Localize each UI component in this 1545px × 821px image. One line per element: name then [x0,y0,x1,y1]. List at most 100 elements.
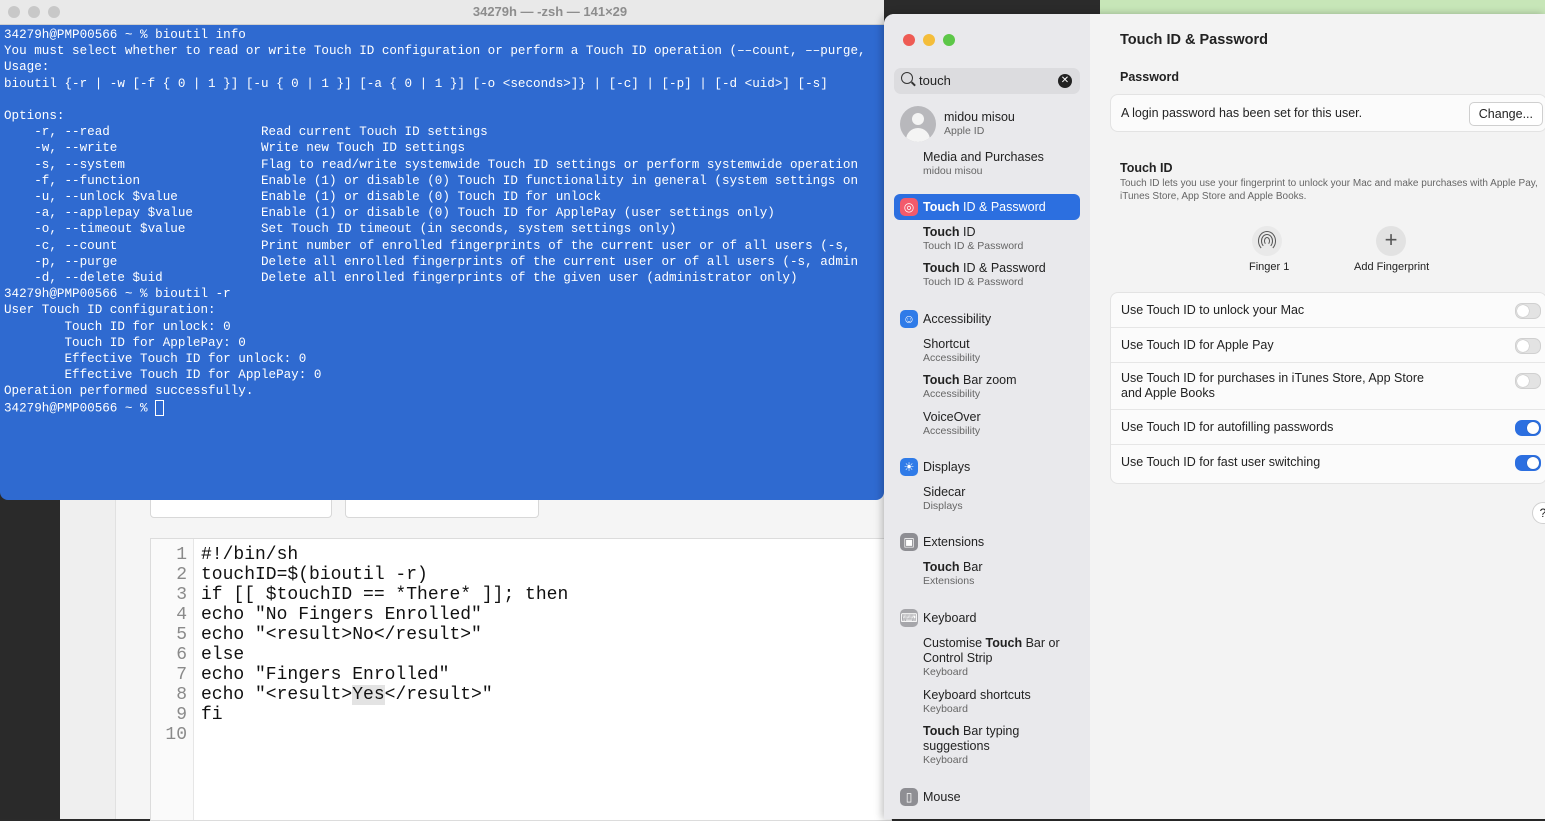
close-icon[interactable] [903,34,915,46]
terminal-line: Effective Touch ID for unlock: 0 [4,352,307,367]
zoom-icon[interactable] [943,34,955,46]
category-extensions[interactable]: Extensions [923,535,984,549]
minimize-icon[interactable] [923,34,935,46]
search-result-touch-bar-zoom[interactable]: Touch Bar zoom [923,373,1017,387]
search-result-sub: Displays [923,500,963,512]
terminal-line: -u, --unlock $value Enable (1) or disabl… [4,190,602,205]
terminal-line: -f, --function Enable (1) or disable (0)… [4,173,858,188]
terminal-line: Touch ID for ApplePay: 0 [4,335,246,350]
toggle-row: Use Touch ID to unlock your Mac [1111,293,1545,328]
settings-sidebar: touch ✕ midou misou Apple ID Media and P… [884,14,1091,819]
fingerprint-icon[interactable] [1252,226,1282,256]
search-result-sub: Keyboard [923,703,968,715]
toggle-label: Use Touch ID for purchases in iTunes Sto… [1121,371,1424,385]
terminal-line: You must select whether to read or write… [4,44,866,59]
terminal-line: Options: [4,109,65,124]
finger-1-label: Finger 1 [1249,261,1290,273]
toggle-label: Use Touch ID for Apple Pay [1121,338,1274,352]
terminal-titlebar[interactable]: 34279h — -zsh — 141×29 [0,0,884,25]
sidebar-item-media[interactable]: Media and Purchases [923,150,1044,164]
search-result-voiceover[interactable]: VoiceOver [923,410,981,424]
account-name[interactable]: midou misou [944,110,1015,124]
purchases-toggle[interactable] [1515,373,1541,389]
terminal-line: User Touch ID configuration: [4,303,216,318]
toggle-label: and Apple Books [1121,386,1215,400]
script-code-editor[interactable]: 1 #!/bin/sh 2 touchID=$(bioutil -r) 3 if [[… [150,538,892,821]
toggle-row: Use Touch ID for purchases in iTunes Sto… [1111,363,1545,410]
fast-user-switching-toggle[interactable] [1515,455,1541,471]
system-settings-window[interactable]: touch ✕ midou misou Apple ID Media and P… [884,14,1545,819]
search-result-touch-id[interactable]: Touch ID [923,225,976,239]
apple-pay-toggle[interactable] [1515,338,1541,354]
search-result-sub: Accessibility [923,425,981,437]
search-result-touch-bar-typing[interactable]: Touch Bar typing [923,724,1019,738]
background-window-strip [1100,0,1545,14]
terminal-line: -o, --timeout $value Set Touch ID timeou… [4,222,677,237]
toggle-row: Use Touch ID for Apple Pay [1111,328,1545,363]
password-card: A login password has been set for this u… [1110,94,1545,132]
help-button[interactable]: ? [1532,502,1545,524]
category-keyboard[interactable]: Keyboard [923,611,977,625]
change-password-button[interactable]: Change... [1468,102,1543,126]
search-result-sidecar[interactable]: Sidecar [923,485,965,499]
touch-id-options-card: Use Touch ID to unlock your Mac Use Touc… [1110,292,1545,484]
editor-side-pad [60,480,116,819]
search-result-sub: Accessibility [923,352,981,364]
accessibility-icon: ☺ [900,310,918,328]
terminal-window[interactable]: 34279h — -zsh — 141×29 34279h@PMP00566 ~… [0,0,884,500]
extensions-icon: ▣ [900,533,918,551]
search-result-touch-id-password[interactable]: Touch ID & Password [923,261,1046,275]
search-field[interactable]: touch ✕ [894,68,1080,94]
search-result-line2[interactable]: suggestions [923,739,990,753]
search-result-keyboard-shortcuts[interactable]: Keyboard shortcuts [923,688,1031,702]
terminal-line: 34279h@PMP00566 ~ % [4,399,866,417]
settings-content: Touch ID & Password Password A login pas… [1090,14,1545,819]
clear-search-icon[interactable]: ✕ [1058,74,1072,88]
sidebar-item-sub: midou misou [923,165,983,177]
toggle-label: Use Touch ID for autofilling passwords [1121,420,1334,434]
search-result-sub: Keyboard [923,666,968,678]
search-result-touch-bar[interactable]: Touch Bar [923,560,983,574]
unlock-mac-toggle[interactable] [1515,303,1541,319]
search-result-sub: Keyboard [923,754,968,766]
search-result-shortcut[interactable]: Shortcut [923,337,970,351]
toggle-label: Use Touch ID to unlock your Mac [1121,303,1305,317]
add-fingerprint-icon[interactable]: + [1376,226,1406,256]
terminal-line: Touch ID for unlock: 0 [4,319,231,334]
autofill-passwords-toggle[interactable] [1515,420,1541,436]
terminal-line: 34279h@PMP00566 ~ % bioutil info [4,28,246,42]
terminal-line: -p, --purge Delete all enrolled fingerpr… [4,254,858,269]
selected-word: Yes [352,685,385,705]
toggle-label: Use Touch ID for fast user switching [1121,455,1321,469]
mouse-icon: ▯ [900,788,918,806]
sidebar-item-label: Touch ID & Password [923,200,1046,214]
page-title: Touch ID & Password [1120,32,1268,48]
fingerprint-icon: ◎ [900,198,918,216]
terminal-title: 34279h — -zsh — 141×29 [472,4,628,19]
touch-id-description: Touch ID lets you use your fingerprint t… [1120,178,1538,202]
touch-id-heading: Touch ID [1120,161,1173,175]
terminal-line: -a, --applepay $value Enable (1) or disa… [4,206,775,221]
search-input[interactable]: touch [919,73,951,88]
category-displays[interactable]: Displays [923,460,970,474]
search-result-sub: Touch ID & Password [923,240,1024,252]
category-mouse[interactable]: Mouse [923,790,961,804]
category-accessibility[interactable]: Accessibility [923,312,991,326]
terminal-output[interactable]: 34279h@PMP00566 ~ % bioutil info You must… [4,27,866,416]
search-result-sub: Extensions [923,575,975,587]
terminal-line: Operation performed successfully. [4,384,254,399]
password-heading: Password [1120,70,1180,84]
terminal-line: Usage: [4,60,50,75]
search-result-line2[interactable]: Control Strip [923,651,992,665]
terminal-line: 34279h@PMP00566 ~ % bioutil -r [4,287,231,302]
displays-icon: ☀ [900,458,918,476]
terminal-line: -r, --read Read current Touch ID setting… [4,125,488,140]
search-result-sub: Accessibility [923,388,981,400]
toggle-row: Use Touch ID for fast user switching [1111,445,1545,479]
search-icon [901,72,913,84]
sidebar-item-touch-id-password[interactable]: ◎ Touch ID & Password [894,194,1080,220]
search-result-customise-touch-bar[interactable]: Customise Touch Bar or [923,636,1060,650]
avatar[interactable] [900,106,936,142]
toggle-row: Use Touch ID for autofilling passwords [1111,410,1545,445]
